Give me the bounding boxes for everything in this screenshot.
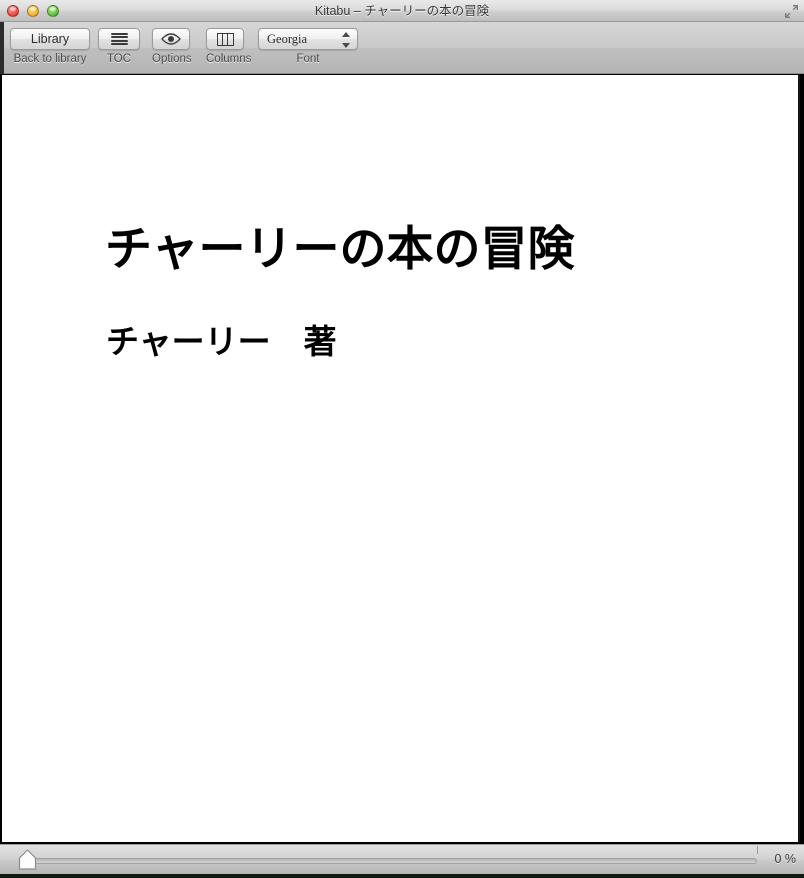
toolbar: Library Back to library TOC Options Colu…	[0, 22, 804, 74]
font-stepper[interactable]	[341, 32, 350, 48]
chevron-up-icon[interactable]	[341, 32, 350, 37]
toc-button[interactable]	[98, 28, 140, 50]
font-selected-value: Georgia	[267, 31, 308, 46]
status-bar: 0 %	[0, 844, 804, 874]
reading-progress-slider[interactable]	[22, 858, 757, 864]
window-controls	[7, 5, 59, 17]
options-caption: Options	[152, 53, 192, 65]
library-caption: Back to library	[13, 53, 87, 65]
book-page: チャーリーの本の冒険 チャーリー 著	[2, 75, 800, 842]
font-select[interactable]: Georgia	[258, 28, 358, 50]
chevron-down-icon[interactable]	[341, 43, 350, 48]
columns-icon	[216, 32, 234, 46]
options-button[interactable]	[152, 28, 190, 50]
toolbar-item-library: Library Back to library	[10, 28, 90, 65]
toolbar-item-options: Options	[152, 28, 192, 65]
columns-button[interactable]	[206, 28, 244, 50]
title-bar: Kitabu – チャーリーの本の冒険	[0, 0, 804, 22]
app-window: Kitabu – チャーリーの本の冒険 Library Back to libr…	[0, 0, 804, 878]
toolbar-item-font: Georgia Font	[258, 28, 358, 65]
zoom-button[interactable]	[47, 5, 59, 17]
book-author: チャーリー 著	[106, 322, 337, 361]
toolbar-item-columns: Columns	[206, 28, 252, 65]
book-title: チャーリーの本の冒険	[105, 222, 575, 277]
progress-slider-thumb[interactable]	[18, 849, 37, 871]
toolbar-item-toc: TOC	[98, 28, 140, 65]
minimize-button[interactable]	[27, 5, 39, 17]
fullscreen-icon[interactable]	[784, 4, 799, 19]
library-button[interactable]: Library	[10, 28, 90, 50]
hamburger-icon	[110, 32, 128, 46]
close-button[interactable]	[7, 5, 19, 17]
eye-icon	[161, 33, 181, 46]
columns-caption: Columns	[206, 53, 252, 65]
window-left-edge	[0, 22, 4, 74]
progress-percent-label: 0 %	[774, 852, 796, 866]
font-caption: Font	[296, 53, 320, 65]
window-title: Kitabu – チャーリーの本の冒険	[314, 4, 490, 18]
toc-caption: TOC	[106, 53, 132, 65]
progress-tick-mark	[757, 846, 758, 854]
window-bottom-edge	[0, 874, 804, 878]
